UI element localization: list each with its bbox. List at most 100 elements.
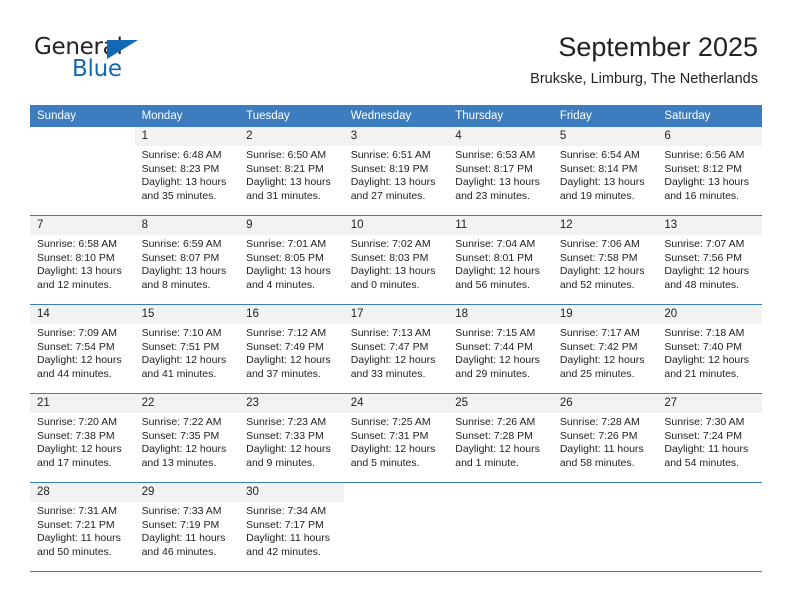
daylight-line-1: Daylight: 12 hours bbox=[246, 443, 331, 456]
day-cell[interactable]: 11 Sunrise: 7:04 AM Sunset: 8:01 PM Dayligh… bbox=[448, 215, 553, 305]
day-cell[interactable]: 24 Sunrise: 7:25 AM Sunset: 7:31 PM Dayligh… bbox=[343, 393, 449, 483]
day-cell[interactable]: 28 Sunrise: 7:31 AM Sunset: 7:21 PM Dayligh… bbox=[30, 482, 135, 572]
sunrise-line: Sunrise: 7:23 AM bbox=[246, 416, 327, 428]
page-title: September 2025 bbox=[558, 32, 758, 62]
day-number: 19 bbox=[552, 305, 658, 324]
day-number: 30 bbox=[239, 483, 344, 502]
day-number: 25 bbox=[448, 394, 553, 413]
sunset-line: Sunset: 7:33 PM bbox=[246, 429, 324, 442]
day-cell[interactable]: 30 Sunrise: 7:34 AM Sunset: 7:17 PM Dayligh… bbox=[239, 482, 344, 572]
day-cell[interactable]: 10 Sunrise: 7:02 AM Sunset: 8:03 PM Dayligh… bbox=[343, 215, 449, 305]
sunrise-line: Sunrise: 6:58 AM bbox=[37, 238, 117, 250]
day-number: 2 bbox=[239, 127, 344, 146]
day-cell[interactable]: 20 Sunrise: 7:18 AM Sunset: 7:40 PM Dayligh… bbox=[657, 304, 762, 394]
day-cell[interactable]: 3 Sunrise: 6:51 AM Sunset: 8:19 PM Daylight… bbox=[343, 127, 449, 216]
sunrise-line: Sunrise: 7:01 AM bbox=[246, 238, 327, 250]
day-details: Sunrise: 6:48 AM Sunset: 8:23 PM Daylight:… bbox=[135, 146, 240, 203]
day-details: Sunrise: 7:22 AM Sunset: 7:35 PM Daylight:… bbox=[135, 413, 240, 470]
day-cell[interactable]: 6 Sunrise: 6:56 AM Sunset: 8:12 PM Daylight… bbox=[657, 127, 762, 216]
day-cell[interactable] bbox=[343, 482, 449, 572]
daylight-line-2: and 44 minutes. bbox=[37, 367, 112, 380]
daylight-line-1: Daylight: 13 hours bbox=[350, 265, 436, 278]
day-number: 14 bbox=[30, 305, 135, 324]
day-number: 24 bbox=[343, 394, 449, 413]
daylight-line-1: Daylight: 12 hours bbox=[37, 443, 122, 456]
daylight-line-1: Daylight: 12 hours bbox=[455, 443, 540, 456]
daylight-line-2: and 8 minutes. bbox=[141, 278, 211, 291]
sunrise-line: Sunrise: 7:20 AM bbox=[37, 416, 117, 428]
weekday-header-tuesday: Tuesday bbox=[239, 105, 344, 127]
day-cell[interactable]: 13 Sunrise: 7:07 AM Sunset: 7:56 PM Dayligh… bbox=[657, 215, 762, 305]
daylight-line-2: and 21 minutes. bbox=[664, 367, 740, 380]
sunset-line: Sunset: 7:40 PM bbox=[664, 340, 743, 353]
day-cell[interactable]: 23 Sunrise: 7:23 AM Sunset: 7:33 PM Dayligh… bbox=[239, 393, 344, 483]
daylight-line-1: Daylight: 13 hours bbox=[350, 176, 436, 189]
daylight-line-2: and 4 minutes. bbox=[246, 278, 316, 291]
day-details: Sunrise: 7:31 AM Sunset: 7:21 PM Daylight:… bbox=[30, 502, 135, 559]
day-details: Sunrise: 6:51 AM Sunset: 8:19 PM Daylight:… bbox=[344, 146, 449, 203]
day-cell[interactable]: 7 Sunrise: 6:58 AM Sunset: 8:10 PM Daylight… bbox=[30, 215, 135, 305]
sunrise-line: Sunrise: 7:04 AM bbox=[455, 238, 536, 250]
day-cell[interactable]: 14 Sunrise: 7:09 AM Sunset: 7:54 PM Dayligh… bbox=[30, 304, 135, 394]
day-number: 20 bbox=[657, 305, 762, 324]
day-cell[interactable]: 27 Sunrise: 7:30 AM Sunset: 7:24 PM Dayligh… bbox=[657, 393, 762, 483]
day-cell[interactable]: 15 Sunrise: 7:10 AM Sunset: 7:51 PM Dayligh… bbox=[134, 304, 240, 394]
day-details: Sunrise: 7:26 AM Sunset: 7:28 PM Daylight:… bbox=[448, 413, 553, 470]
day-cell[interactable]: 18 Sunrise: 7:15 AM Sunset: 7:44 PM Dayligh… bbox=[448, 304, 553, 394]
day-details: Sunrise: 7:25 AM Sunset: 7:31 PM Daylight:… bbox=[344, 413, 449, 470]
day-cell[interactable]: 21 Sunrise: 7:20 AM Sunset: 7:38 PM Dayligh… bbox=[30, 393, 135, 483]
day-cell[interactable]: 17 Sunrise: 7:13 AM Sunset: 7:47 PM Dayligh… bbox=[343, 304, 449, 394]
sunset-line: Sunset: 7:51 PM bbox=[141, 340, 220, 353]
daylight-line-2: and 35 minutes. bbox=[141, 189, 217, 202]
day-cell[interactable]: 5 Sunrise: 6:54 AM Sunset: 8:14 PM Daylight… bbox=[552, 127, 658, 216]
daylight-line-2: and 12 minutes. bbox=[37, 278, 112, 291]
day-details: Sunrise: 7:13 AM Sunset: 7:47 PM Daylight:… bbox=[344, 324, 449, 381]
day-details: Sunrise: 7:15 AM Sunset: 7:44 PM Daylight:… bbox=[448, 324, 553, 381]
daylight-line-1: Daylight: 12 hours bbox=[664, 354, 750, 367]
day-cell[interactable]: 19 Sunrise: 7:17 AM Sunset: 7:42 PM Dayligh… bbox=[552, 304, 658, 394]
day-cell[interactable]: 9 Sunrise: 7:01 AM Sunset: 8:05 PM Daylight… bbox=[239, 215, 344, 305]
day-number: 22 bbox=[134, 394, 240, 413]
day-details: Sunrise: 7:10 AM Sunset: 7:51 PM Daylight:… bbox=[135, 324, 240, 381]
daylight-line-1: Daylight: 13 hours bbox=[246, 265, 331, 278]
sunset-line: Sunset: 8:14 PM bbox=[559, 162, 638, 175]
daylight-line-2: and 58 minutes. bbox=[559, 456, 635, 469]
sunrise-line: Sunrise: 7:25 AM bbox=[350, 416, 431, 428]
sunrise-line: Sunrise: 6:48 AM bbox=[141, 149, 222, 161]
daylight-line-2: and 31 minutes. bbox=[246, 189, 321, 202]
day-details: Sunrise: 7:18 AM Sunset: 7:40 PM Daylight:… bbox=[657, 324, 762, 381]
day-cell[interactable] bbox=[657, 482, 762, 572]
day-cell[interactable]: 12 Sunrise: 7:06 AM Sunset: 7:58 PM Dayligh… bbox=[552, 215, 658, 305]
weekday-header-friday: Friday bbox=[552, 105, 658, 127]
day-cell[interactable]: 16 Sunrise: 7:12 AM Sunset: 7:49 PM Dayligh… bbox=[239, 304, 344, 394]
sunrise-line: Sunrise: 6:59 AM bbox=[141, 238, 222, 250]
calendar-body: 1 Sunrise: 6:48 AM Sunset: 8:23 PM Daylight… bbox=[30, 127, 762, 572]
title-block: September 2025 Brukske, Limburg, The Net… bbox=[530, 30, 758, 90]
day-details: Sunrise: 7:12 AM Sunset: 7:49 PM Daylight:… bbox=[239, 324, 344, 381]
day-number: 27 bbox=[657, 394, 762, 413]
day-details: Sunrise: 6:56 AM Sunset: 8:12 PM Daylight:… bbox=[657, 146, 762, 203]
day-cell[interactable]: 1 Sunrise: 6:48 AM Sunset: 8:23 PM Daylight… bbox=[134, 127, 240, 216]
sunset-line: Sunset: 8:01 PM bbox=[455, 251, 533, 264]
sunrise-line: Sunrise: 7:33 AM bbox=[141, 505, 222, 517]
day-cell[interactable]: 4 Sunrise: 6:53 AM Sunset: 8:17 PM Daylight… bbox=[448, 127, 553, 216]
sunrise-line: Sunrise: 6:54 AM bbox=[559, 149, 640, 161]
day-number: 6 bbox=[657, 127, 762, 146]
sunset-line: Sunset: 8:23 PM bbox=[141, 162, 220, 175]
day-cell[interactable]: 8 Sunrise: 6:59 AM Sunset: 8:07 PM Daylight… bbox=[134, 215, 240, 305]
day-cell[interactable]: 22 Sunrise: 7:22 AM Sunset: 7:35 PM Dayligh… bbox=[134, 393, 240, 483]
day-cell[interactable] bbox=[448, 482, 553, 572]
day-details: Sunrise: 7:02 AM Sunset: 8:03 PM Daylight:… bbox=[344, 235, 449, 292]
day-cell[interactable] bbox=[552, 482, 658, 572]
day-details: Sunrise: 7:30 AM Sunset: 7:24 PM Daylight:… bbox=[657, 413, 762, 470]
day-number: 5 bbox=[552, 127, 658, 146]
sunset-line: Sunset: 7:19 PM bbox=[141, 518, 220, 531]
day-cell[interactable] bbox=[30, 127, 135, 216]
day-cell[interactable]: 25 Sunrise: 7:26 AM Sunset: 7:28 PM Dayligh… bbox=[448, 393, 553, 483]
sunset-line: Sunset: 7:49 PM bbox=[246, 340, 324, 353]
day-cell[interactable]: 26 Sunrise: 7:28 AM Sunset: 7:26 PM Dayligh… bbox=[552, 393, 658, 483]
daylight-line-1: Daylight: 12 hours bbox=[455, 354, 540, 367]
day-cell[interactable]: 29 Sunrise: 7:33 AM Sunset: 7:19 PM Dayligh… bbox=[134, 482, 240, 572]
day-details: Sunrise: 6:58 AM Sunset: 8:10 PM Daylight:… bbox=[30, 235, 135, 292]
day-cell[interactable]: 2 Sunrise: 6:50 AM Sunset: 8:21 PM Daylight… bbox=[239, 127, 344, 216]
